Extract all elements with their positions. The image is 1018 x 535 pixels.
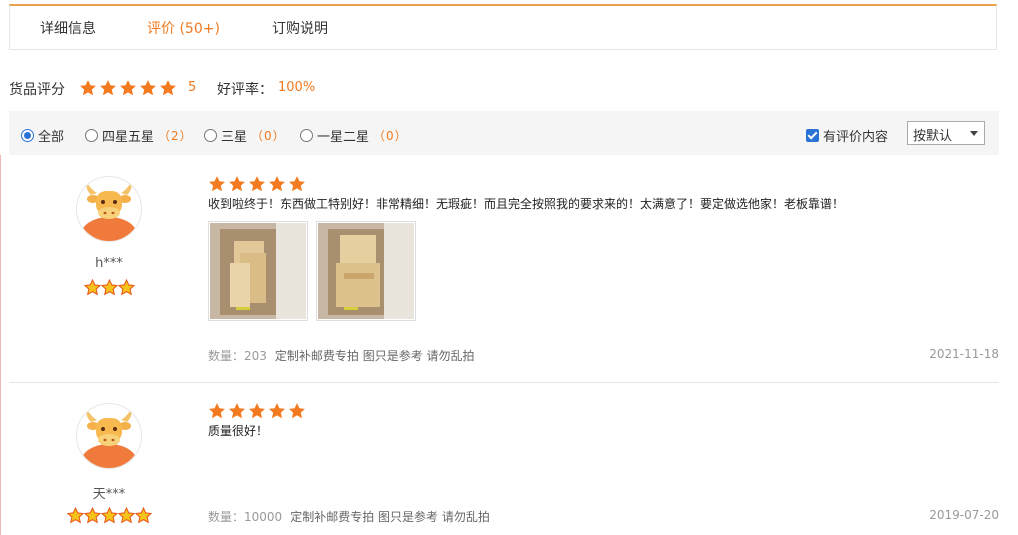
star-icon — [269, 176, 285, 192]
reviewer-name: 天*** — [92, 487, 126, 502]
radio-icon — [300, 129, 313, 142]
tab-details[interactable]: 详细信息 — [40, 18, 96, 38]
has-content-checkbox[interactable]: 有评价内容 — [806, 126, 888, 145]
star-icon — [229, 176, 245, 192]
filter-four-five-radio[interactable]: 四星五星 （2） — [85, 126, 193, 145]
star-icon — [209, 176, 225, 192]
review-meta: 数量：10000 定制补邮费专拍 图只是参考 请勿乱拍 — [208, 508, 490, 525]
review-text: 质量很好！ — [208, 424, 269, 438]
filter-three-count: （0） — [251, 129, 286, 143]
filter-bar: 全部 四星五星 （2） 三星 （0） 一星二星 （0） 有评价内容 按默认 — [9, 111, 999, 155]
review-rating-stars — [208, 402, 306, 420]
review-divider — [9, 382, 999, 383]
positive-rate-label: 好评率： — [217, 82, 273, 98]
star-icon — [160, 80, 176, 96]
level-star-icon — [66, 507, 84, 524]
star-icon — [249, 176, 265, 192]
radio-icon — [204, 129, 217, 142]
level-star-icon — [83, 279, 101, 296]
level-star-icon — [83, 507, 101, 524]
cow-avatar-icon — [81, 410, 137, 468]
star-icon — [249, 403, 265, 419]
review-meta: 数量：203 定制补邮费专拍 图只是参考 请勿乱拍 — [208, 347, 475, 364]
level-star-icon — [100, 279, 118, 296]
product-photo-image — [210, 223, 306, 319]
order-quantity: 数量：203 — [208, 349, 267, 363]
score-value: 5 — [188, 80, 197, 95]
chevron-down-icon — [970, 131, 978, 136]
filter-three-radio[interactable]: 三星 （0） — [204, 126, 286, 145]
star-icon — [80, 80, 96, 96]
reviewer-name: h*** — [95, 256, 123, 271]
score-label: 货品评分 — [9, 82, 65, 98]
left-border-line — [0, 155, 1, 535]
avatar — [76, 176, 142, 242]
review-text: 收到啦终于！东西做工特别好！非常精细！无瑕疵！而且完全按照我的要求来的！太满意了… — [208, 197, 845, 211]
product-photo-image — [318, 223, 414, 319]
review-photo[interactable] — [208, 221, 308, 321]
star-icon — [120, 80, 136, 96]
order-quantity: 数量：10000 — [208, 510, 283, 524]
star-icon — [140, 80, 156, 96]
star-icon — [209, 403, 225, 419]
filter-one-two-count: （0） — [373, 129, 408, 143]
sort-select[interactable]: 按默认 — [907, 121, 985, 145]
star-icon — [100, 80, 116, 96]
star-icon — [289, 403, 305, 419]
review-date: 2021-11-18 — [929, 347, 999, 361]
radio-icon — [85, 129, 98, 142]
filter-four-five-count: （2） — [158, 129, 193, 143]
star-icon — [269, 403, 285, 419]
sort-select-value: 按默认 — [913, 129, 953, 144]
summary-stars — [79, 79, 177, 97]
reviewer-level-stars — [9, 507, 209, 524]
order-variant-note: 定制补邮费专拍 图只是参考 请勿乱拍 — [290, 510, 490, 524]
level-star-icon — [117, 279, 135, 296]
filter-four-five-label: 四星五星 — [102, 130, 155, 145]
level-star-icon — [117, 507, 135, 524]
review-rating-stars — [208, 175, 306, 193]
cow-avatar-icon — [81, 183, 137, 241]
review-date: 2019-07-20 — [929, 508, 999, 522]
star-icon — [229, 403, 245, 419]
level-star-icon — [100, 507, 118, 524]
level-star-icon — [134, 507, 152, 524]
avatar — [76, 403, 142, 469]
tab-bar: 详细信息 评价 (50+) 订购说明 — [9, 4, 997, 50]
review-photo[interactable] — [316, 221, 416, 321]
filter-one-two-label: 一星二星 — [317, 130, 370, 145]
reviewer-level-stars — [9, 279, 209, 296]
tab-order-notes[interactable]: 订购说明 — [272, 18, 328, 38]
has-content-label: 有评价内容 — [823, 130, 889, 145]
order-variant-note: 定制补邮费专拍 图只是参考 请勿乱拍 — [274, 349, 475, 363]
filter-one-two-radio[interactable]: 一星二星 （0） — [300, 126, 408, 145]
filter-all-radio[interactable]: 全部 — [21, 126, 64, 145]
positive-rate-value: 100% — [278, 80, 316, 95]
star-icon — [289, 176, 305, 192]
checkbox-icon — [806, 129, 819, 142]
radio-icon — [21, 129, 34, 142]
filter-three-label: 三星 — [221, 130, 248, 145]
filter-all-label: 全部 — [38, 130, 65, 145]
tab-reviews[interactable]: 评价 (50+) — [147, 18, 220, 38]
